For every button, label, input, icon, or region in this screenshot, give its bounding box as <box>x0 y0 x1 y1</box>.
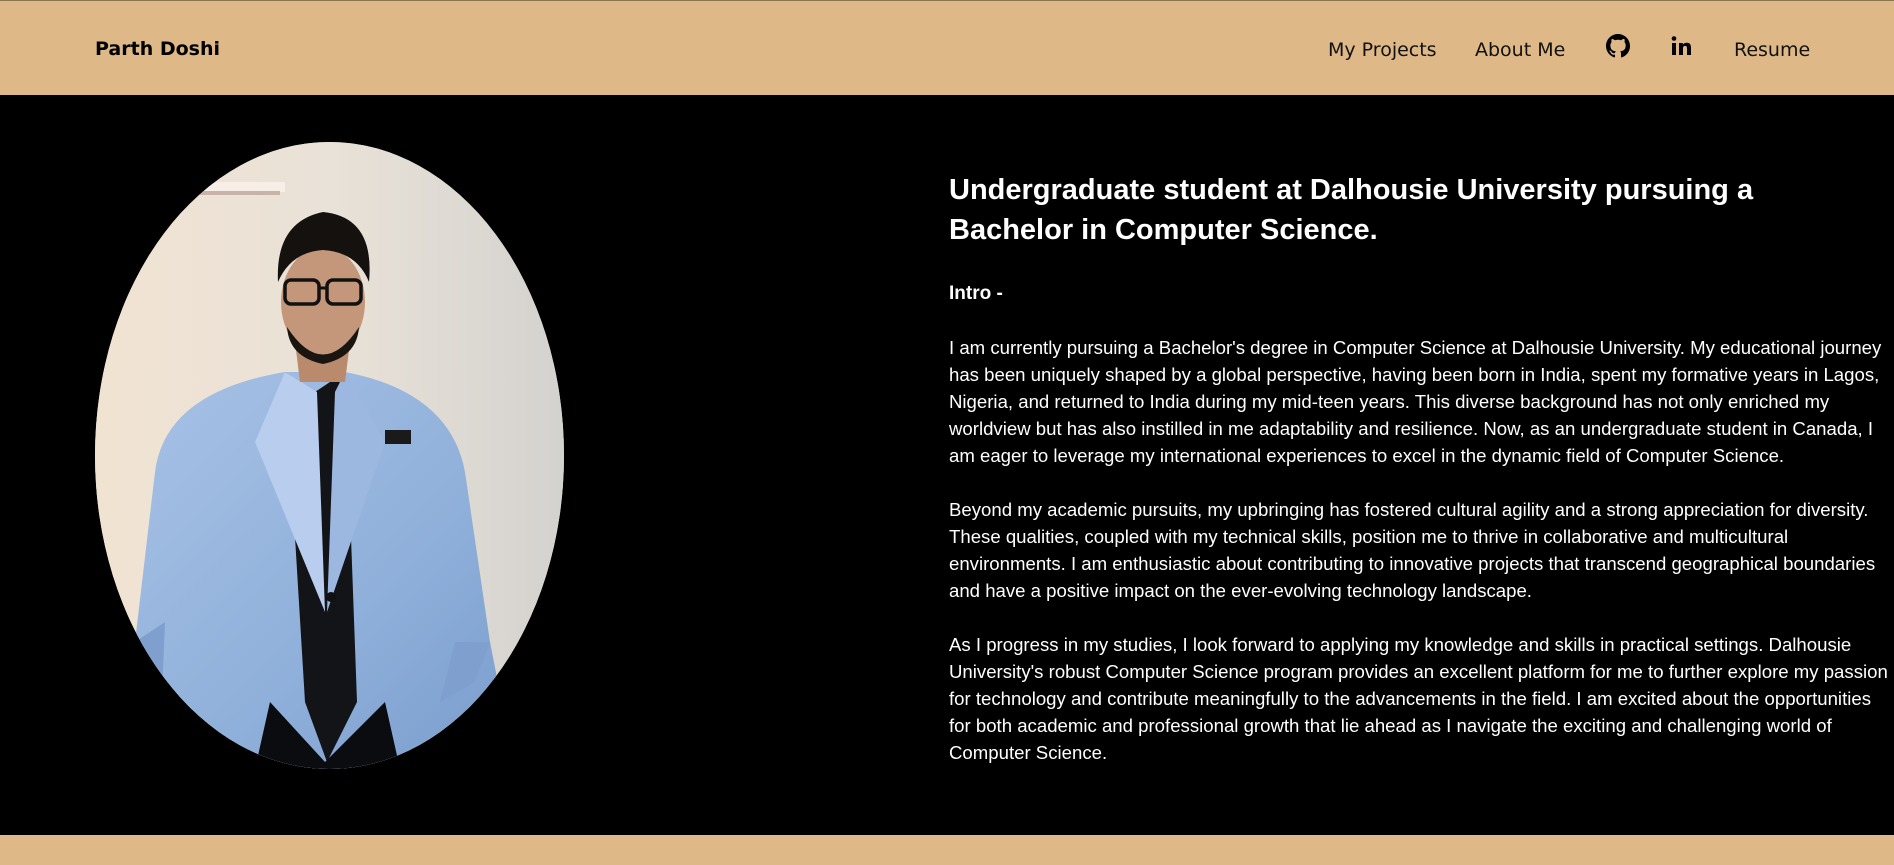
linkedin-icon[interactable] <box>1669 34 1693 58</box>
github-icon-glyph <box>1606 34 1630 58</box>
intro-paragraph-2: Beyond my academic pursuits, my upbringi… <box>949 499 1876 601</box>
intro-paragraph-1: I am currently pursuing a Bachelor's deg… <box>949 337 1882 466</box>
profile-photo-illustration <box>95 142 564 769</box>
intro-paragraph-3: As I progress in my studies, I look forw… <box>949 634 1888 763</box>
profile-photo <box>95 142 564 769</box>
intro-label: Intro - <box>949 283 1003 304</box>
navbar: Parth Doshi My Projects About Me Resume <box>0 0 1894 95</box>
nav-link-resume[interactable]: Resume <box>1734 38 1810 62</box>
nav-link-my-projects[interactable]: My Projects <box>1328 38 1437 62</box>
footer-band <box>0 835 1894 865</box>
github-icon[interactable] <box>1606 34 1630 58</box>
nav-link-about-me[interactable]: About Me <box>1475 38 1565 62</box>
about-content: Undergraduate student at Dalhousie Unive… <box>949 170 1894 766</box>
linkedin-icon-glyph <box>1671 36 1691 55</box>
headline: Undergraduate student at Dalhousie Unive… <box>949 174 1754 246</box>
brand-name[interactable]: Parth Doshi <box>95 37 220 61</box>
